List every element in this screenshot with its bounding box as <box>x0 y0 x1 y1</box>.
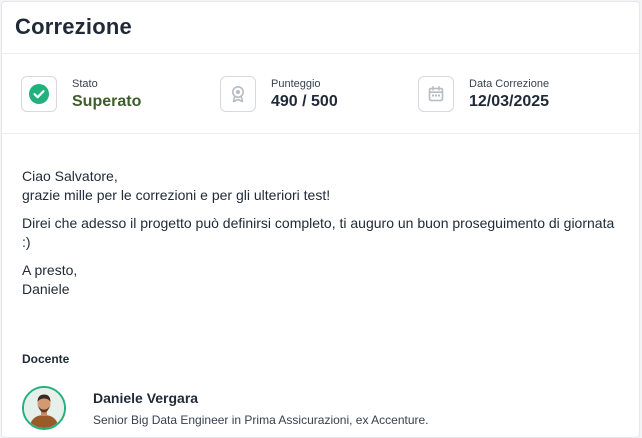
teacher-section-label: Docente <box>22 352 70 366</box>
message-paragraph: Ciao Salvatore, grazie mille per le corr… <box>22 168 331 203</box>
message-paragraph: A presto, Daniele <box>22 262 78 297</box>
stat-date: Data Correzione 12/03/2025 <box>418 74 549 114</box>
calendar-icon <box>418 76 454 112</box>
page-title: Correzione <box>15 14 132 39</box>
avatar <box>22 386 66 430</box>
teacher-block: Daniele Vergara Senior Big Data Engineer… <box>22 386 429 430</box>
award-icon <box>220 76 256 112</box>
stat-date-label: Data Correzione <box>469 77 550 90</box>
card-header: Correzione <box>2 2 639 54</box>
correction-card: Correzione Stato Superato Punteggio 490 … <box>1 1 640 438</box>
stat-status-value: Superato <box>72 92 142 110</box>
stat-score: Punteggio 490 / 500 <box>220 74 338 114</box>
stats-row: Stato Superato Punteggio 490 / 500 Data … <box>2 54 639 134</box>
teacher-name: Daniele Vergara <box>93 390 199 406</box>
correction-message: Ciao Salvatore, grazie mille per le corr… <box>2 134 639 299</box>
stat-status-label: Stato <box>72 77 98 90</box>
message-paragraph: Direi che adesso il progetto può definir… <box>22 215 615 250</box>
stat-score-value: 490 / 500 <box>271 92 338 110</box>
teacher-role: Senior Big Data Engineer in Prima Assicu… <box>93 413 429 427</box>
check-circle-icon <box>21 76 57 112</box>
stat-score-label: Punteggio <box>271 77 321 90</box>
stat-date-value: 12/03/2025 <box>469 92 550 110</box>
stat-status: Stato Superato <box>21 74 141 114</box>
